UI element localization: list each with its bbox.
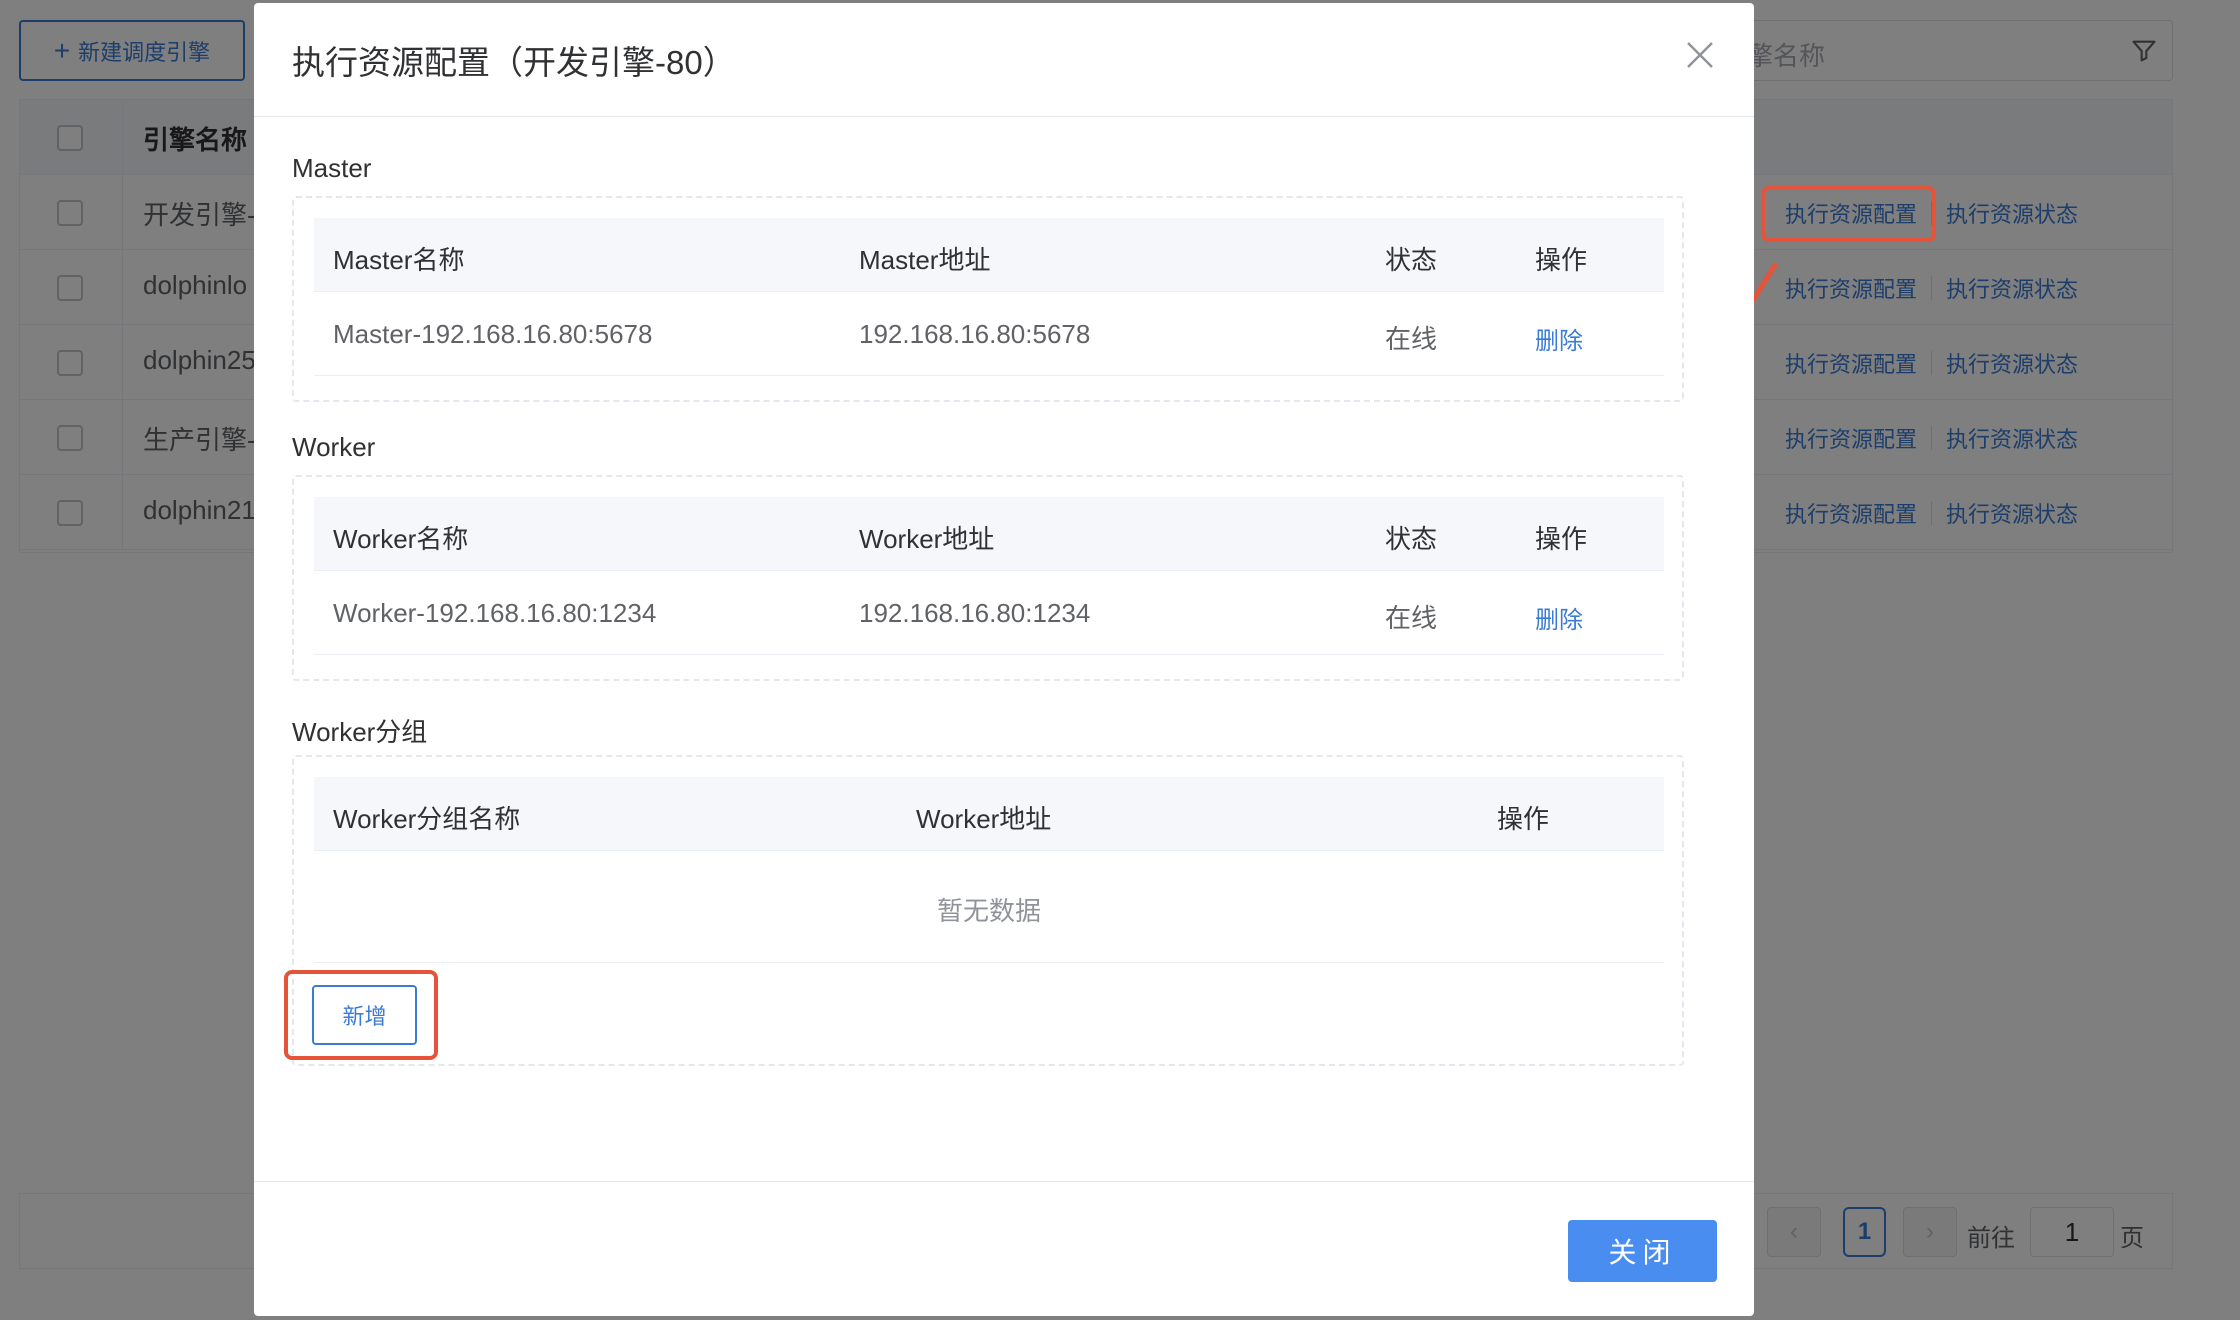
worker-address: 192.168.16.80:1234 [859, 598, 1091, 628]
master-address: 192.168.16.80:5678 [859, 319, 1091, 349]
worker-group-section-label: Worker分组 [292, 717, 428, 747]
table-row: Master-192.168.16.80:5678 192.168.16.80:… [314, 292, 1664, 376]
master-table: Master名称 Master地址 状态 操作 Master-192.168.1… [314, 218, 1664, 376]
worker-group-table-header: Worker分组名称 Worker地址 操作 [314, 777, 1664, 851]
worker-status: 在线 [1385, 603, 1438, 633]
header-status: 状态 [1385, 245, 1438, 275]
worker-group-panel: Worker分组名称 Worker地址 操作 暂无数据 [292, 755, 1684, 1066]
header-worker-address: Worker地址 [859, 524, 995, 554]
header-action: 操作 [1497, 804, 1550, 834]
table-row: Worker-192.168.16.80:1234 192.168.16.80:… [314, 571, 1664, 655]
delete-master-link[interactable]: 删除 [1535, 321, 1583, 356]
master-name: Master-192.168.16.80:5678 [333, 319, 653, 349]
header-action: 操作 [1535, 245, 1588, 275]
master-panel: Master名称 Master地址 状态 操作 Master-192.168.1… [292, 196, 1684, 402]
header-status: 状态 [1385, 524, 1438, 554]
dialog-title: 执行资源配置（开发引擎-80） [292, 44, 736, 81]
header-master-address: Master地址 [859, 245, 991, 275]
dialog-header: 执行资源配置（开发引擎-80） [254, 3, 1754, 117]
worker-table: Worker名称 Worker地址 状态 操作 Worker-192.168.1… [314, 497, 1664, 655]
empty-text: 暂无数据 [936, 896, 1041, 926]
worker-section-label: Worker [292, 432, 376, 462]
worker-table-header: Worker名称 Worker地址 状态 操作 [314, 497, 1664, 571]
add-button-highlight [284, 970, 438, 1060]
worker-group-table: Worker分组名称 Worker地址 操作 暂无数据 [314, 777, 1664, 963]
master-table-header: Master名称 Master地址 状态 操作 [314, 218, 1664, 292]
config-link-highlight [1761, 186, 1936, 242]
worker-panel: Worker名称 Worker地址 状态 操作 Worker-192.168.1… [292, 475, 1684, 681]
master-status: 在线 [1385, 324, 1438, 354]
master-section-label: Master [292, 153, 372, 183]
header-worker-name: Worker名称 [333, 524, 469, 554]
close-dialog-button[interactable]: 关闭 [1568, 1220, 1717, 1282]
close-icon[interactable] [1684, 39, 1716, 71]
header-worker-address: Worker地址 [916, 804, 1052, 834]
header-worker-group-name: Worker分组名称 [333, 804, 521, 834]
dialog-footer-divider [254, 1181, 1754, 1182]
worker-name: Worker-192.168.16.80:1234 [333, 598, 657, 628]
resource-config-dialog: 执行资源配置（开发引擎-80） Master Master名称 Master地址… [254, 3, 1754, 1316]
empty-state: 暂无数据 [314, 851, 1664, 963]
header-action: 操作 [1535, 524, 1588, 554]
header-master-name: Master名称 [333, 245, 465, 275]
delete-worker-link[interactable]: 删除 [1535, 600, 1583, 635]
